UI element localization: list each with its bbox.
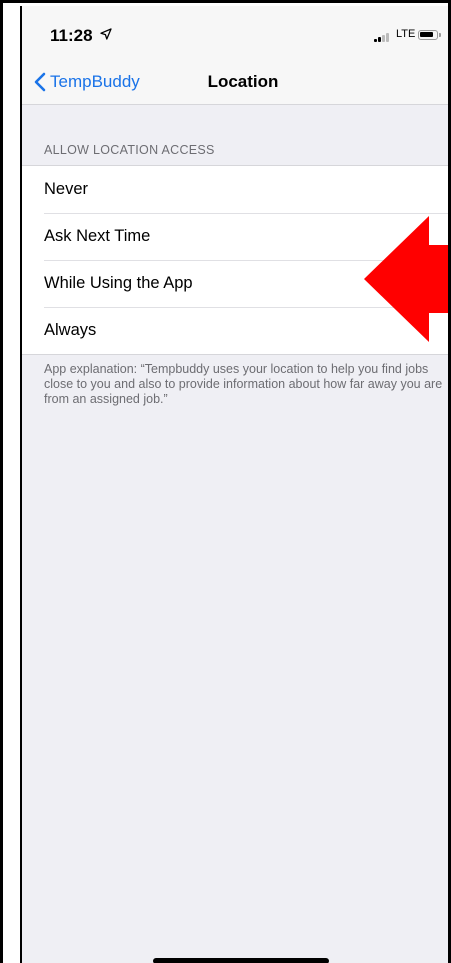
red-arrow-annotation-icon	[364, 216, 448, 342]
app-explanation-text: App explanation: “Tempbuddy uses your lo…	[44, 362, 443, 406]
battery-tip	[439, 33, 441, 37]
option-never[interactable]: Never	[22, 166, 448, 213]
status-bar: 11:28 LTE	[22, 6, 448, 60]
home-indicator	[153, 958, 329, 963]
signal-bars-icon	[374, 32, 392, 42]
option-label: Ask Next Time	[44, 227, 151, 245]
navigation-bar: TempBuddy Location	[22, 60, 448, 105]
page-title: Location	[207, 72, 279, 91]
carrier-label: LTE	[396, 28, 416, 40]
location-arrow-icon	[100, 28, 112, 40]
option-label: Always	[44, 321, 97, 339]
option-label: While Using the App	[44, 274, 193, 292]
section-header: ALLOW LOCATION ACCESS	[44, 143, 215, 157]
status-time: 11:28	[50, 26, 93, 45]
screenshot-frame: 11:28 LTE TempBuddy Location ALLOW LOCAT…	[0, 0, 451, 963]
phone-screen: 11:28 LTE TempBuddy Location ALLOW LOCAT…	[20, 6, 448, 963]
option-label: Never	[44, 180, 89, 198]
battery-icon	[418, 30, 438, 40]
